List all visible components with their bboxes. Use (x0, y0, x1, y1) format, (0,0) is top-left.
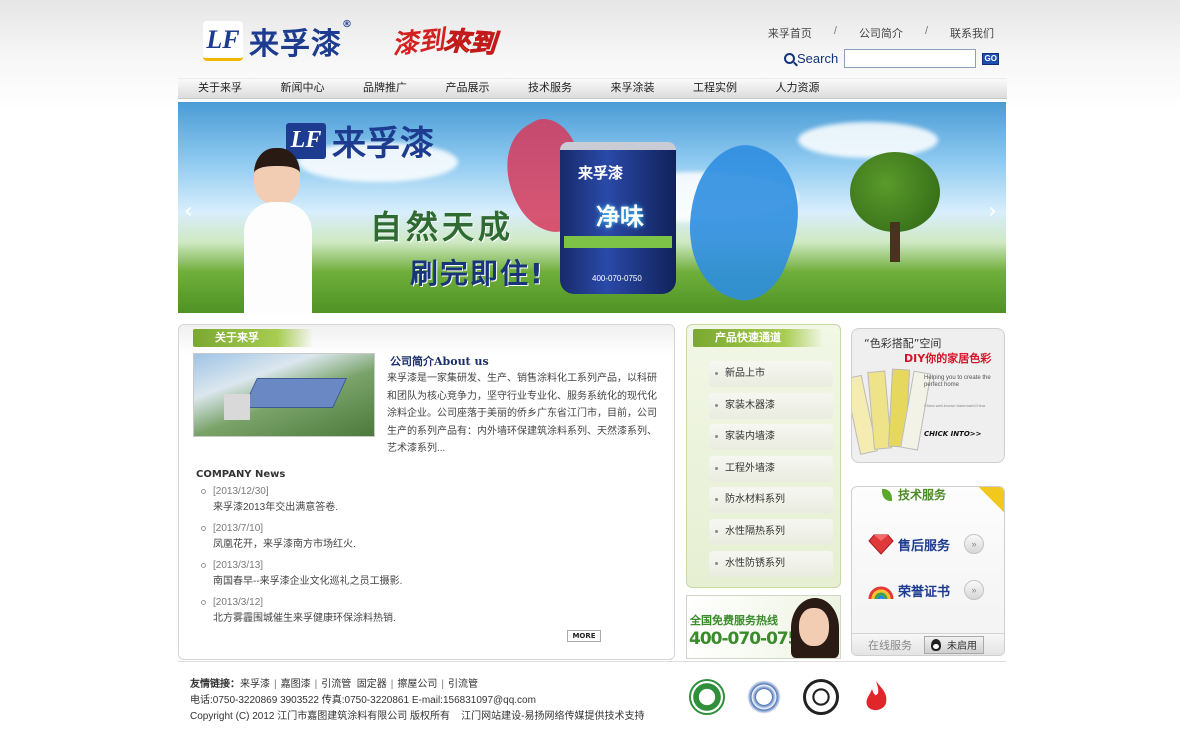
nav-news[interactable]: 新闻中心 (281, 79, 364, 98)
online-service-bar: 在线服务 未启用 (852, 633, 1004, 655)
paint-can: 来孚漆 净味 400-070-0750 (560, 142, 676, 294)
nav-coating[interactable]: 来孚涂装 (611, 79, 694, 98)
model-image (240, 142, 320, 313)
online-service-label: 在线服务 (868, 639, 912, 652)
nav-tech[interactable]: 技术服务 (528, 79, 611, 98)
blue-paint-splash (665, 132, 821, 312)
friend-link[interactable]: 引流管 (321, 679, 351, 690)
ccc-cert-icon[interactable] (803, 679, 839, 715)
banner-slogan-2: 刷完即住! (410, 257, 545, 290)
main-nav: 关于来孚 新闻中心 品牌推广 产品展示 技术服务 来孚涂装 工程实例 人力资源 (178, 78, 1007, 99)
nav-about[interactable]: 关于来孚 (198, 79, 281, 98)
rainbow-icon (868, 586, 894, 600)
channel-item-new[interactable]: 新品上市 (709, 361, 833, 387)
channel-item-waterproof[interactable]: 防水材料系列 (709, 487, 833, 514)
topnav-home[interactable]: 来孚首页 (768, 25, 812, 41)
qq-icon (931, 638, 941, 651)
site-logo[interactable]: LF 来孚漆® (203, 14, 369, 68)
channel-item-interior[interactable]: 家装内墙漆 (709, 424, 833, 451)
factory-photo[interactable] (193, 353, 375, 437)
about-description: 来孚漆是一家集研发、生产、销售涂料化工系列产品，以科研和团队为核心竞争力，坚守行… (387, 373, 657, 454)
channel-item-wood[interactable]: 家装木器漆 (709, 392, 833, 419)
diy-click-link[interactable]: CHICK INTO>> (924, 430, 982, 438)
nav-hr[interactable]: 人力资源 (776, 79, 859, 98)
top-nav: 来孚首页 / 公司简介 / 联系我们 (767, 25, 994, 41)
search-bar: Search GO (784, 49, 1000, 68)
hero-banner[interactable]: LF 来孚漆 来孚漆 净味 400-070-0750 自然天成 刷完即住! ‹ … (178, 102, 1006, 313)
channel-item-exterior[interactable]: 工程外墙漆 (709, 455, 833, 482)
news-item[interactable]: [2013/3/13] 南国春早--来孚漆企业文化巡礼之员工摄影. (199, 559, 499, 590)
slogan-part-1: 漆到 (390, 25, 446, 61)
search-go-button[interactable]: GO (982, 52, 1000, 65)
friend-link[interactable]: 固定器 (357, 679, 387, 690)
nav-projects[interactable]: 工程实例 (693, 79, 776, 98)
diy-trademark: China well-known trademarkChina (924, 403, 985, 408)
friend-link[interactable]: 来孚漆 (240, 679, 270, 690)
chevron-right-icon: » (964, 580, 985, 600)
channel-item-antirust[interactable]: 水性防锈系列 (709, 550, 833, 577)
friend-links: 友情链接：来孚漆 | 嘉图漆 | 引流管 固定器 | 擦屋公司 | 引流管 (190, 679, 478, 690)
news-item[interactable]: [2013/12/30] 来孚漆2013年交出满意答卷. (199, 485, 499, 516)
banner-next-icon[interactable]: › (988, 200, 1002, 224)
environment-cert-icon[interactable] (689, 679, 725, 715)
qq-status-button[interactable]: 未启用 (924, 635, 984, 654)
logo-mark: LF (203, 21, 243, 61)
after-sales-link[interactable]: 售后服务 » (868, 533, 985, 555)
leaf-icon (882, 488, 892, 501)
search-input[interactable] (844, 49, 977, 68)
flame-cert-icon[interactable] (858, 679, 894, 715)
friend-link[interactable]: 嘉图漆 (281, 679, 311, 690)
news-item[interactable]: [2013/7/10] 凤凰花开，来孚漆南方市场红火. (199, 522, 499, 553)
corner-ribbon (975, 487, 1004, 516)
banner-slogan-1: 自然天成 (370, 208, 515, 246)
color-diy-panel[interactable]: “色彩搭配”空间 DIY你的家居色彩 Helping you to create… (851, 328, 1005, 463)
service-agent-image (791, 598, 839, 658)
banner-prev-icon[interactable]: ‹ (184, 200, 198, 224)
chevron-right-icon: » (964, 534, 985, 554)
honor-cert-link[interactable]: 荣誉证书 » (868, 579, 985, 601)
about-title[interactable]: 公司简介About us (390, 353, 489, 369)
product-channel: 产品快速通道 新品上市 家装木器漆 家装内墙漆 工程外墙漆 防水材料系列 水性隔… (686, 324, 841, 588)
slogan-part-2: 來到 (442, 26, 497, 61)
diy-subtitle: DIY你的家居色彩 (904, 352, 992, 365)
footer-divider (178, 661, 1006, 662)
hotline-banner[interactable]: 全国免费服务热线 400-070-0750 (686, 595, 841, 659)
contact-info: 电话:0750-3220869 3903522 传真:0750-3220861 … (190, 695, 536, 706)
tech-title: 技术服务 (882, 487, 946, 503)
news-heading: COMPANY News (196, 469, 286, 480)
channel-tab: 产品快速通道 (693, 329, 823, 347)
diamond-icon (868, 534, 894, 555)
channel-item-insulation[interactable]: 水性隔热系列 (709, 518, 833, 545)
nav-brand[interactable]: 品牌推广 (363, 79, 446, 98)
search-icon (784, 53, 795, 64)
footer: 友情链接：来孚漆 | 嘉图漆 | 引流管 固定器 | 擦屋公司 | 引流管 电话:0750-32… (190, 677, 680, 725)
search-label: Search (784, 51, 838, 66)
nav-products[interactable]: 产品展示 (446, 79, 529, 98)
topnav-company[interactable]: 公司简介 (859, 25, 903, 41)
friend-link[interactable]: 擦屋公司 (397, 679, 437, 690)
un-cert-icon[interactable] (746, 679, 782, 715)
more-button[interactable]: MORE (567, 630, 601, 642)
slogan-graphic: 漆到來到 (390, 22, 522, 74)
diy-title: “色彩搭配”空间 (864, 337, 942, 350)
color-swatches-image (852, 365, 932, 457)
news-list: [2013/12/30] 来孚漆2013年交出满意答卷. [2013/7/10]… (199, 485, 499, 633)
tech-service-panel: 技术服务 售后服务 » 荣誉证书 » 在线服务 未启用 (851, 486, 1005, 656)
tree-image (850, 152, 940, 262)
about-tab: 关于来孚 (193, 329, 313, 347)
topnav-contact[interactable]: 联系我们 (950, 25, 994, 41)
copyright: Copyright (C) 2012 江门市嘉图建筑涂料有限公司 版权所有 江门… (190, 711, 645, 722)
tech-support-link[interactable]: 江门网站建设-易扬网络传媒提供技术支持 (461, 711, 644, 722)
brand-name: 来孚漆® (249, 19, 353, 62)
hotline-label: 全国免费服务热线 (690, 614, 778, 627)
diy-tagline: Helping you to create the perfect home (924, 375, 991, 388)
news-item[interactable]: [2013/3/12] 北方雾霾围城催生来孚健康环保涂料热销. (199, 596, 499, 627)
friend-link[interactable]: 引流管 (448, 679, 478, 690)
about-panel: 关于来孚 公司简介About us 来孚漆是一家集研发、生产、销售涂料化工系列产… (178, 324, 675, 660)
